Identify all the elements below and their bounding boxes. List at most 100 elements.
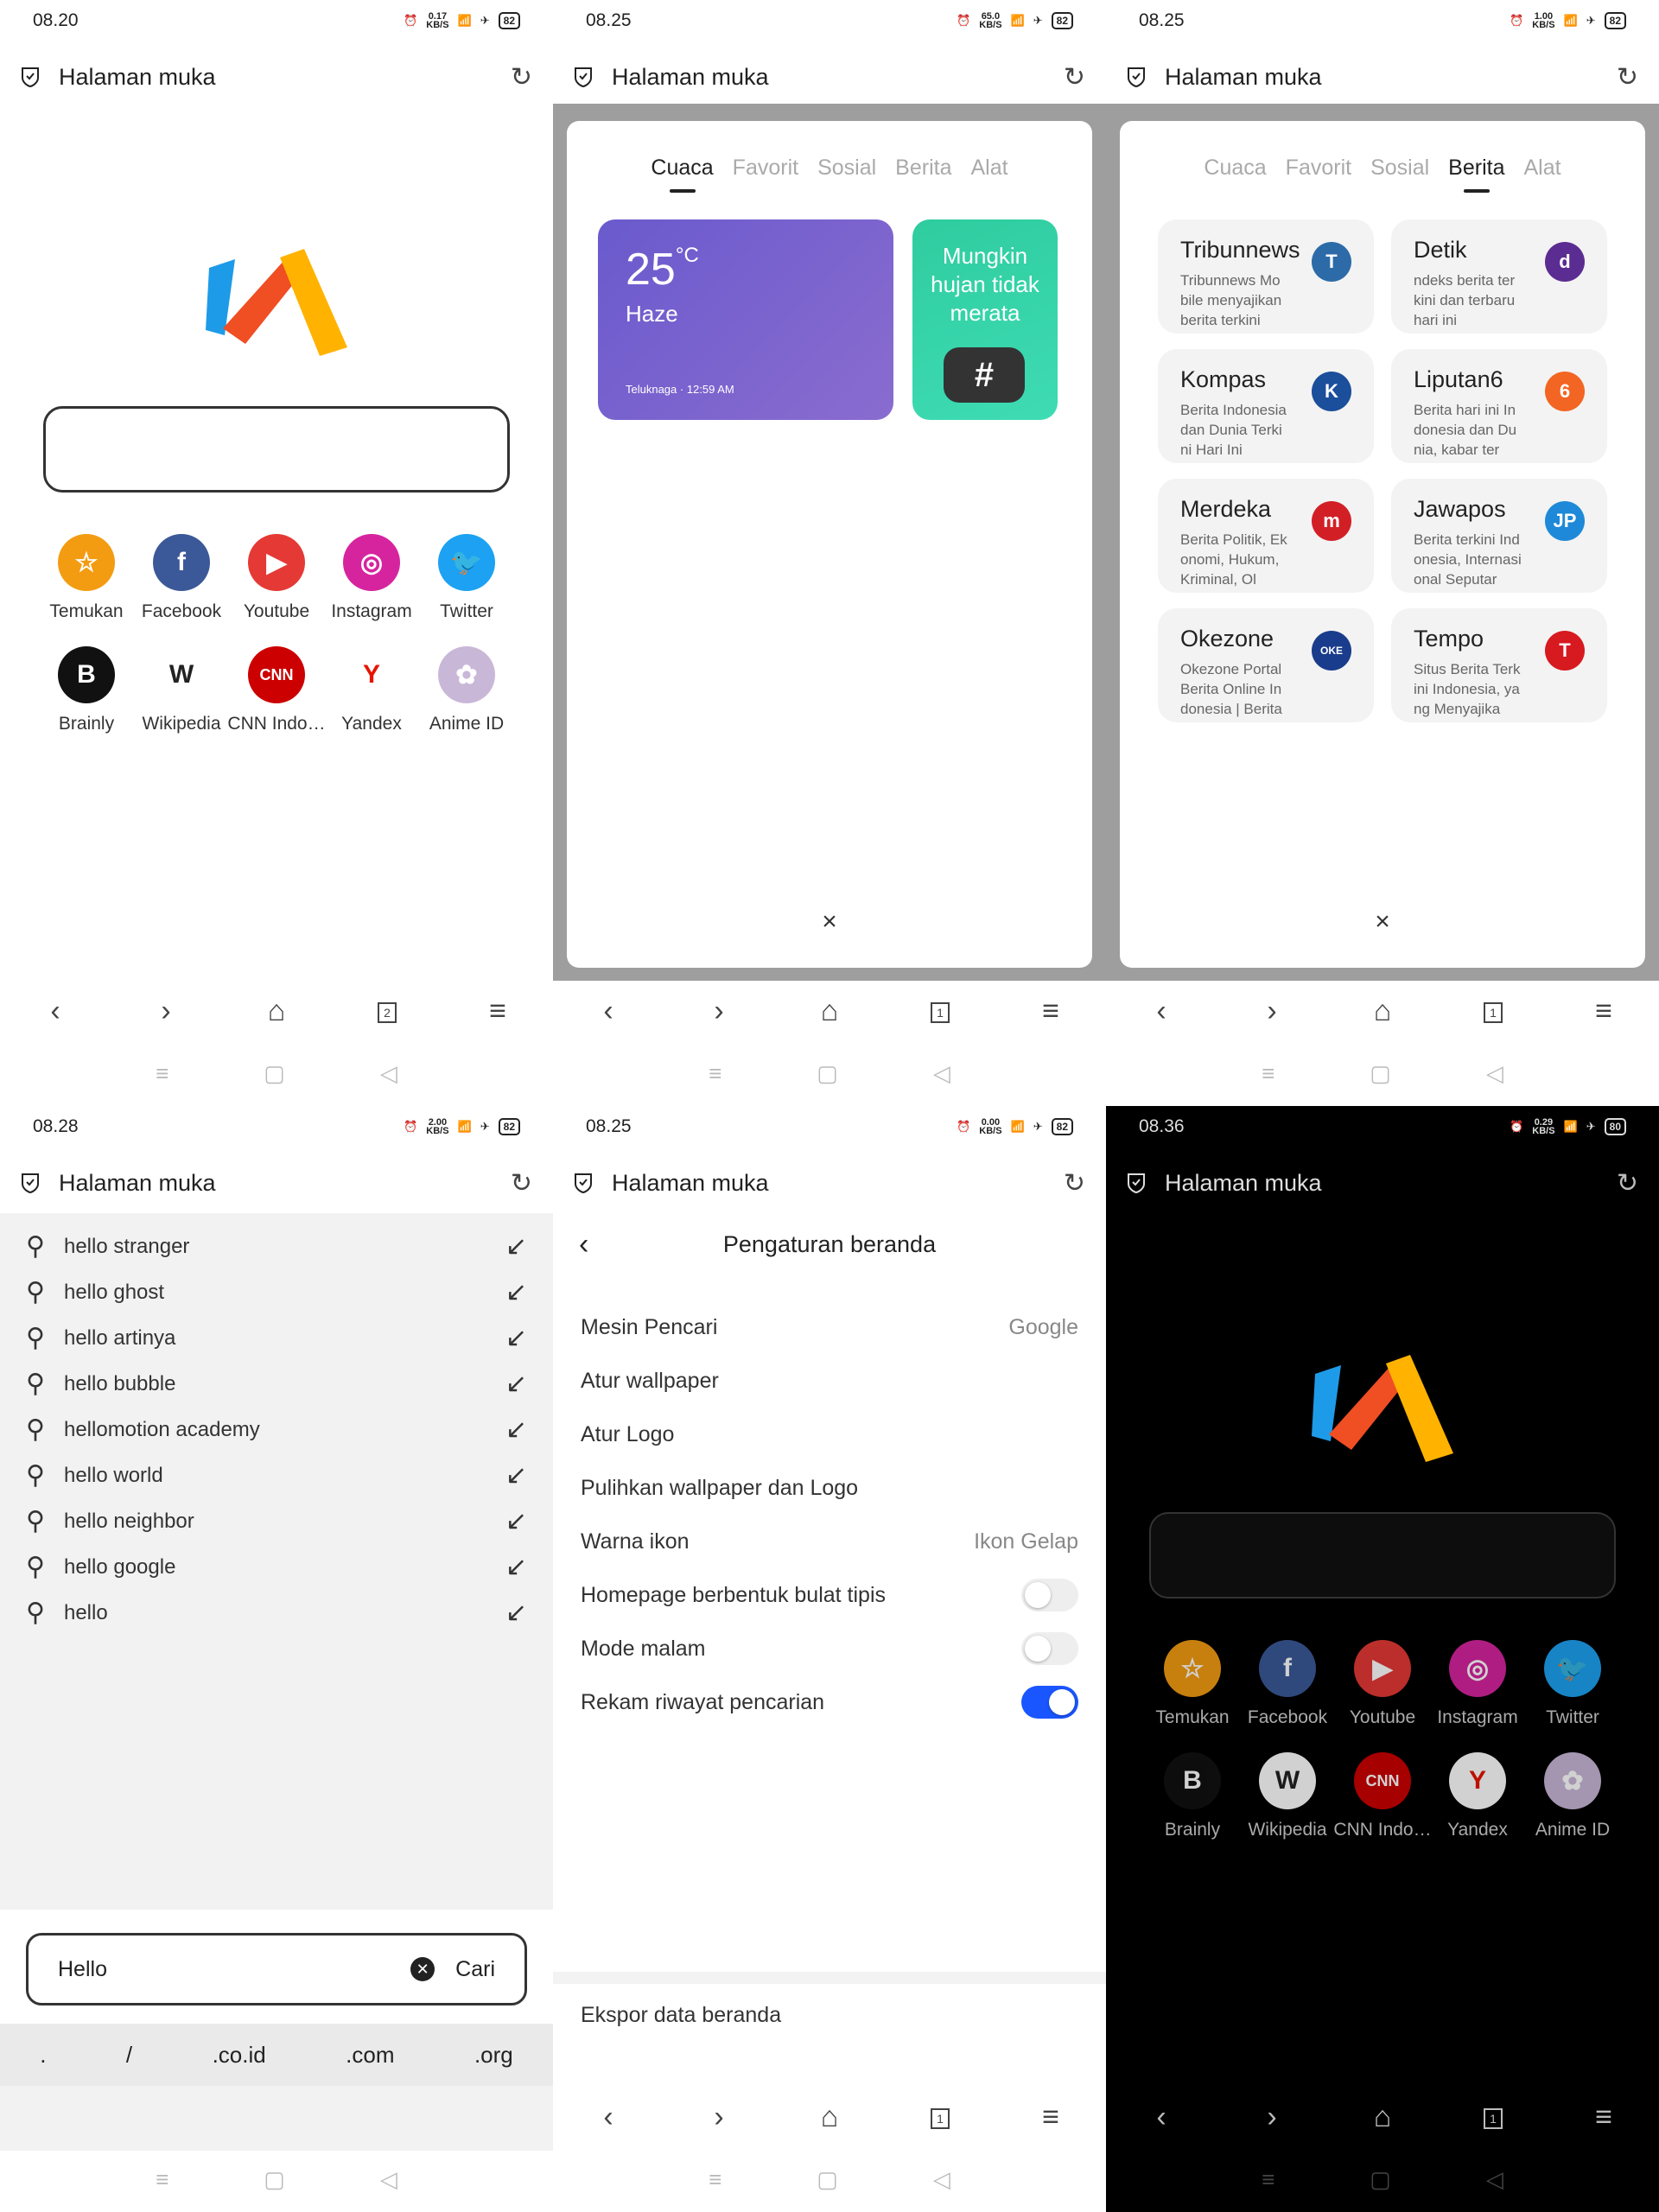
- shortcut-facebook[interactable]: f Facebook: [134, 534, 229, 622]
- shortcut-instagram[interactable]: ◎ Instagram: [324, 534, 419, 622]
- tab-favorit[interactable]: Favorit: [733, 156, 798, 181]
- menu-icon[interactable]: ≡: [1025, 995, 1077, 1028]
- address-bar[interactable]: Halaman muka ↻: [553, 1158, 1106, 1208]
- back-triangle-icon[interactable]: ◁: [933, 2166, 950, 2193]
- shortcut-twitter[interactable]: 🐦 Twitter: [1525, 1640, 1620, 1728]
- home-icon[interactable]: ⌂: [804, 995, 855, 1028]
- tab-sosial[interactable]: Sosial: [1370, 156, 1429, 181]
- reload-icon[interactable]: ↻: [1064, 1168, 1085, 1198]
- search-value[interactable]: Hello: [58, 1957, 107, 1982]
- back-icon[interactable]: ‹: [1135, 995, 1187, 1028]
- shortcut-temukan[interactable]: ☆ Temukan: [1145, 1640, 1240, 1728]
- tab-sosial[interactable]: Sosial: [817, 156, 876, 181]
- home-square-icon[interactable]: ▢: [264, 2166, 285, 2193]
- home-square-icon[interactable]: ▢: [817, 2166, 838, 2193]
- shortcut-anime-id[interactable]: ✿ Anime ID: [1525, 1752, 1620, 1840]
- news-card-kompas[interactable]: Kompas Berita Indonesia dan Dunia Terkini…: [1158, 349, 1374, 463]
- shortcut-brainly[interactable]: B Brainly: [39, 646, 134, 734]
- domain-key[interactable]: .: [40, 2042, 46, 2069]
- tab-berita[interactable]: Berita: [1448, 156, 1504, 181]
- tabs-button[interactable]: 1: [914, 2101, 966, 2134]
- tab-alat[interactable]: Alat: [970, 156, 1007, 181]
- reload-icon[interactable]: ↻: [1064, 62, 1085, 92]
- close-icon[interactable]: ×: [567, 907, 1092, 937]
- home-icon[interactable]: ⌂: [1357, 2101, 1408, 2134]
- address-title[interactable]: Halaman muka: [59, 64, 216, 91]
- suggestion-item[interactable]: ⚲ hello ghost ↙: [0, 1269, 553, 1315]
- reload-icon[interactable]: ↻: [1617, 62, 1638, 92]
- suggestion-item[interactable]: ⚲ hellomotion academy ↙: [0, 1407, 553, 1452]
- back-triangle-icon[interactable]: ◁: [380, 1060, 397, 1087]
- menu-icon[interactable]: ≡: [1025, 2101, 1077, 2134]
- address-title[interactable]: Halaman muka: [1165, 64, 1322, 91]
- toggle-switch[interactable]: [1021, 1579, 1078, 1611]
- weather-widget[interactable]: 25°C Haze Teluknaga · 12:59 AM: [598, 219, 893, 420]
- tab-cuaca[interactable]: Cuaca: [1204, 156, 1266, 181]
- tabs-button[interactable]: 1: [1467, 2101, 1519, 2134]
- settings-row[interactable]: Atur Logo: [581, 1408, 1078, 1460]
- back-triangle-icon[interactable]: ◁: [933, 1060, 950, 1087]
- address-bar[interactable]: Halaman muka ↻: [1106, 1158, 1659, 1208]
- shortcut-yandex[interactable]: Y Yandex: [1430, 1752, 1525, 1840]
- back-icon[interactable]: ‹: [582, 2101, 634, 2134]
- export-row[interactable]: Ekspor data beranda: [581, 1989, 1078, 2041]
- fill-arrow-icon[interactable]: ↙: [505, 1369, 527, 1399]
- fill-arrow-icon[interactable]: ↙: [505, 1277, 527, 1307]
- shortcut-wikipedia[interactable]: W Wikipedia: [1240, 1752, 1335, 1840]
- forward-icon[interactable]: ›: [693, 995, 745, 1028]
- home-icon[interactable]: ⌂: [251, 995, 302, 1028]
- settings-toggle-row[interactable]: Homepage berbentuk bulat tipis: [581, 1569, 1078, 1621]
- fill-arrow-icon[interactable]: ↙: [505, 1414, 527, 1445]
- address-bar[interactable]: Halaman muka ↻: [0, 52, 553, 102]
- close-icon[interactable]: ×: [1120, 907, 1645, 937]
- shortcut-facebook[interactable]: f Facebook: [1240, 1640, 1335, 1728]
- reload-icon[interactable]: ↻: [511, 62, 532, 92]
- toggle-switch[interactable]: [1021, 1686, 1078, 1719]
- menu-icon[interactable]: ≡: [472, 995, 524, 1028]
- home-icon[interactable]: ⌂: [804, 2101, 855, 2134]
- shortcut-yandex[interactable]: Y Yandex: [324, 646, 419, 734]
- toggle-switch[interactable]: [1021, 1632, 1078, 1665]
- fill-arrow-icon[interactable]: ↙: [505, 1231, 527, 1262]
- fill-arrow-icon[interactable]: ↙: [505, 1506, 527, 1536]
- back-icon[interactable]: ‹: [1135, 2101, 1187, 2134]
- shortcut-cnn-indo[interactable]: CNN CNN Indo…: [227, 646, 326, 734]
- reload-icon[interactable]: ↻: [1617, 1168, 1638, 1198]
- recents-icon[interactable]: ≡: [1262, 2166, 1274, 2193]
- settings-row[interactable]: Warna ikon Ikon Gelap: [581, 1516, 1078, 1567]
- shortcut-twitter[interactable]: 🐦 Twitter: [419, 534, 514, 622]
- settings-row[interactable]: Mesin Pencari Google: [581, 1301, 1078, 1353]
- tabs-button[interactable]: 1: [1467, 995, 1519, 1028]
- news-card-liputan6[interactable]: Liputan6 Berita hari ini Indonesia dan Du…: [1391, 349, 1607, 463]
- settings-toggle-row[interactable]: Mode malam: [581, 1623, 1078, 1675]
- menu-icon[interactable]: ≡: [1578, 2101, 1630, 2134]
- suggestion-item[interactable]: ⚲ hello google ↙: [0, 1544, 553, 1590]
- domain-key[interactable]: .co.id: [213, 2042, 266, 2069]
- fill-arrow-icon[interactable]: ↙: [505, 1460, 527, 1491]
- address-bar[interactable]: Halaman muka ↻: [553, 52, 1106, 102]
- news-card-jawapos[interactable]: Jawapos Berita terkini Indonesia, Interna…: [1391, 479, 1607, 593]
- address-bar[interactable]: Halaman muka ↻: [0, 1158, 553, 1208]
- fill-arrow-icon[interactable]: ↙: [505, 1323, 527, 1353]
- shortcut-wikipedia[interactable]: W Wikipedia: [134, 646, 229, 734]
- forward-icon[interactable]: ›: [140, 995, 192, 1028]
- address-bar[interactable]: Halaman muka ↻: [1106, 52, 1659, 102]
- news-card-detik[interactable]: Detik ndeks berita terkini dan terbaru ha…: [1391, 219, 1607, 334]
- settings-row[interactable]: Pulihkan wallpaper dan Logo: [581, 1462, 1078, 1514]
- suggestion-item[interactable]: ⚲ hello neighbor ↙: [0, 1498, 553, 1544]
- shortcut-instagram[interactable]: ◎ Instagram: [1430, 1640, 1525, 1728]
- news-card-merdeka[interactable]: Merdeka Berita Politik, Ekonomi, Hukum, K…: [1158, 479, 1374, 593]
- back-triangle-icon[interactable]: ◁: [1486, 1060, 1503, 1087]
- back-icon[interactable]: ‹: [582, 995, 634, 1028]
- address-title[interactable]: Halaman muka: [1165, 1170, 1322, 1197]
- back-icon[interactable]: ‹: [29, 995, 81, 1028]
- suggestion-item[interactable]: ⚲ hello stranger ↙: [0, 1224, 553, 1269]
- shortcut-youtube[interactable]: ▶ Youtube: [229, 534, 324, 622]
- settings-toggle-row[interactable]: Rekam riwayat pencarian: [581, 1676, 1078, 1728]
- home-square-icon[interactable]: ▢: [817, 1060, 838, 1087]
- back-triangle-icon[interactable]: ◁: [1486, 2166, 1503, 2193]
- search-field[interactable]: Hello ✕ Cari: [26, 1933, 527, 2005]
- domain-key[interactable]: /: [126, 2042, 132, 2069]
- home-square-icon[interactable]: ▢: [1370, 1060, 1391, 1087]
- shortcut-youtube[interactable]: ▶ Youtube: [1335, 1640, 1430, 1728]
